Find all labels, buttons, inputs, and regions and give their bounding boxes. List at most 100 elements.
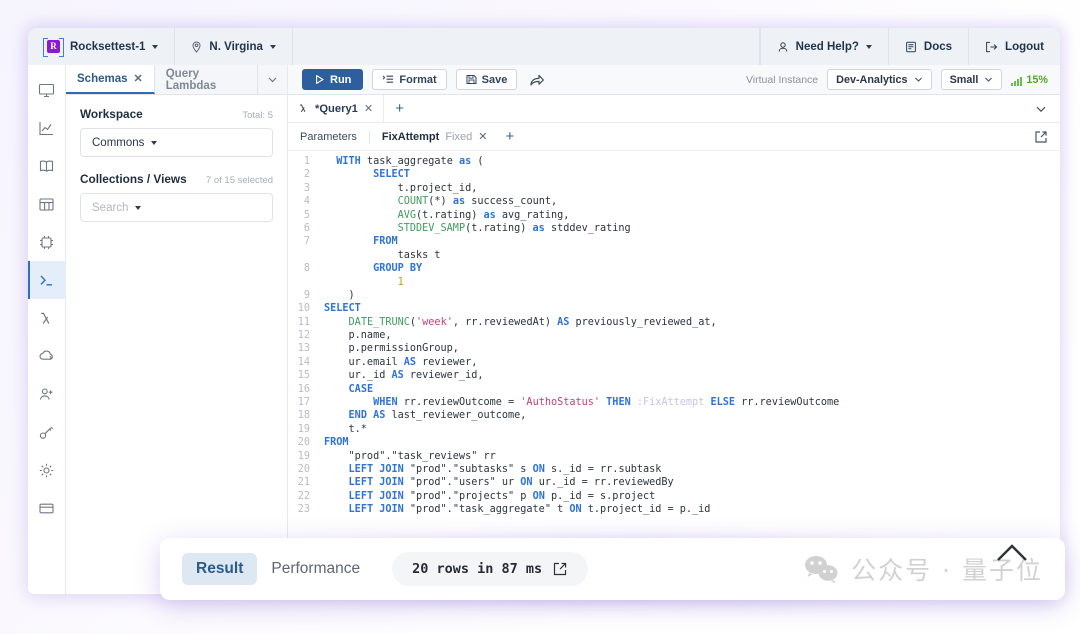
workspace-select[interactable]: Commons [80, 128, 273, 157]
code-line: 13 p.permissionGroup, [288, 342, 1060, 355]
sidebar-item-query-editor[interactable] [28, 261, 66, 299]
workspace-title: Workspace [80, 107, 143, 121]
app-body: Schemas ✕ Query Lambdas Workspace Total:… [28, 65, 1060, 594]
user-icon [777, 41, 789, 53]
code-line: 3 t.project_id, [288, 182, 1060, 195]
tab-result[interactable]: Result [182, 553, 257, 585]
card-icon [38, 500, 55, 517]
run-button[interactable]: Run [302, 69, 363, 90]
parameters-label[interactable]: Parameters [300, 131, 370, 143]
line-number: 19 [288, 423, 318, 436]
add-parameter-label: + [505, 128, 514, 145]
app-header: R Rocksettest-1 N. Virgina Need Help? [28, 28, 1060, 65]
line-number: 12 [288, 329, 318, 342]
line-number: 14 [288, 356, 318, 369]
collapse-result-button[interactable] [995, 542, 1029, 569]
tab-result-label: Result [196, 560, 243, 577]
code-text: STDDEV_SAMP(t.rating) as stddev_rating [318, 222, 631, 235]
left-tabs-overflow[interactable] [258, 65, 287, 94]
sidebar-item-integrations[interactable] [28, 337, 66, 375]
code-line: 21 LEFT JOIN "prod"."users" ur ON ur._id… [288, 476, 1060, 489]
collections-search-input[interactable]: Search [80, 193, 273, 222]
sidebar-item-docs[interactable] [28, 147, 66, 185]
line-number: 22 [288, 490, 318, 503]
sidebar-item-settings[interactable] [28, 451, 66, 489]
virtual-instance-select[interactable]: Dev-Analytics [827, 69, 931, 90]
need-help-button[interactable]: Need Help? [760, 28, 888, 65]
screen: R Rocksettest-1 N. Virgina Need Help? [0, 0, 1080, 634]
close-icon[interactable]: ✕ [134, 72, 143, 85]
code-line: 20FROM [288, 436, 1060, 449]
expand-editor-button[interactable] [1034, 130, 1060, 144]
instance-size-select[interactable]: Small [941, 69, 1003, 90]
sql-code-editor[interactable]: 1 WITH task_aggregate as (2 SELECT3 t.pr… [288, 151, 1060, 594]
add-query-tab-button[interactable]: + [384, 95, 415, 122]
format-button[interactable]: Format [372, 69, 446, 90]
sidebar-item-collections[interactable] [28, 185, 66, 223]
tab-query-lambdas[interactable]: Query Lambdas [155, 65, 258, 94]
line-number: 9 [288, 289, 318, 302]
code-text: t.project_id, [318, 182, 477, 195]
code-text: FROM [318, 235, 398, 248]
code-line: 16 CASE [288, 383, 1060, 396]
line-number: 5 [288, 209, 318, 222]
result-status-text: 20 rows in 87 ms [412, 561, 542, 577]
format-icon [382, 74, 394, 85]
code-text: WITH task_aggregate as ( [318, 155, 484, 168]
collapse-editor-button[interactable] [1034, 95, 1060, 122]
code-line: 15 ur._id AS reviewer_id, [288, 369, 1060, 382]
line-number: 3 [288, 182, 318, 195]
header-spacer [293, 28, 760, 65]
line-number: 6 [288, 222, 318, 235]
chart-icon [38, 120, 55, 137]
code-text: 1 [318, 276, 404, 289]
sidebar-item-api-keys[interactable] [28, 413, 66, 451]
tab-schemas[interactable]: Schemas ✕ [66, 65, 155, 94]
query-tab-query1[interactable]: *Query1 ✕ [288, 95, 384, 122]
sidebar-item-users[interactable] [28, 375, 66, 413]
document-icon [905, 41, 917, 53]
docs-button[interactable]: Docs [888, 28, 968, 65]
share-button[interactable] [526, 73, 548, 87]
code-text: DATE_TRUNC('week', rr.reviewedAt) AS pre… [318, 316, 717, 329]
terminal-icon [38, 272, 55, 289]
parameter-type: Fixed [445, 131, 472, 143]
code-line: 20 LEFT JOIN "prod"."subtasks" s ON s._i… [288, 463, 1060, 476]
code-line: 17 WHEN rr.reviewOutcome = 'AuthoStatus'… [288, 396, 1060, 409]
external-link-icon[interactable] [552, 561, 568, 577]
code-text: ) [318, 289, 355, 302]
editor-toolbar: Run Format Save Virtual Instance [288, 65, 1060, 95]
query-editor: Run Format Save Virtual Instance [288, 65, 1060, 594]
sidebar-item-dashboard[interactable] [28, 71, 66, 109]
sidebar-item-compute[interactable] [28, 223, 66, 261]
close-icon[interactable]: ✕ [364, 102, 373, 115]
save-button[interactable]: Save [456, 69, 518, 90]
save-label: Save [482, 74, 508, 86]
save-icon [466, 74, 477, 85]
org-selector[interactable]: R Rocksettest-1 [28, 28, 175, 65]
cloud-sync-icon [38, 348, 55, 365]
sidebar-item-metrics[interactable] [28, 109, 66, 147]
tab-performance[interactable]: Performance [257, 553, 374, 585]
sidebar-item-query-lambdas[interactable] [28, 299, 66, 337]
close-icon[interactable]: ✕ [478, 130, 487, 143]
chevron-down-icon [267, 74, 278, 85]
line-number: 2 [288, 168, 318, 181]
parameter-chip-fixattempt[interactable]: FixAttempt Fixed ✕ [370, 130, 500, 143]
logout-button[interactable]: Logout [968, 28, 1060, 65]
gear-icon [38, 462, 55, 479]
line-number: 16 [288, 383, 318, 396]
rockset-logo-icon: R [44, 37, 63, 56]
region-selector[interactable]: N. Virgina [175, 28, 292, 65]
line-number: 23 [288, 503, 318, 516]
line-number: 20 [288, 436, 318, 449]
chevron-down-icon [270, 45, 276, 49]
result-panel: Result Performance 20 rows in 87 ms 公众号 … [160, 538, 1065, 600]
code-line: 12 p.name, [288, 329, 1060, 342]
sidebar-item-billing[interactable] [28, 489, 66, 527]
add-parameter-button[interactable]: + [499, 128, 520, 145]
location-pin-icon [191, 41, 202, 53]
code-text: tasks t [318, 249, 441, 262]
code-line: 9 ) [288, 289, 1060, 302]
chevron-down-icon [152, 45, 158, 49]
